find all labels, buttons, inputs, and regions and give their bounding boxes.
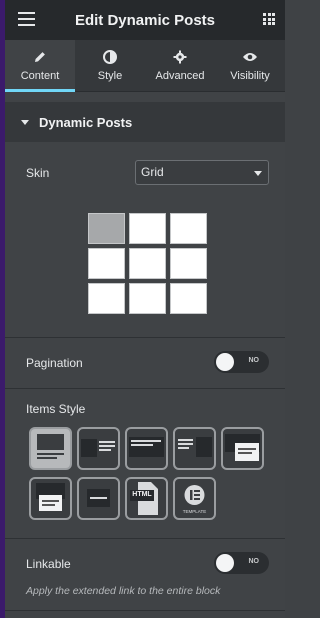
pencil-icon [33, 49, 47, 65]
layout-option[interactable] [170, 283, 207, 314]
grid-icon[interactable] [263, 13, 275, 25]
divider [5, 388, 285, 389]
item-style-option[interactable] [29, 427, 72, 470]
tab-label: Style [97, 70, 123, 82]
chevron-down-icon [254, 171, 262, 176]
item-style-option[interactable] [77, 427, 120, 470]
gear-icon [173, 49, 187, 65]
tab-style[interactable]: Style [75, 40, 145, 91]
tab-label: Advanced [155, 70, 205, 82]
tab-content[interactable]: Content [5, 40, 75, 92]
panel-title: Edit Dynamic Posts [74, 11, 216, 29]
toggle-state-text: NO [248, 357, 260, 364]
skin-select-value: Grid [141, 165, 164, 179]
tab-bar: Content Style Advanced Visibility [5, 40, 285, 92]
item-style-option[interactable] [29, 477, 72, 520]
toggle-state-text: NO [248, 558, 260, 565]
section-title: Dynamic Posts [39, 114, 133, 130]
item-style-option-html[interactable]: HTML [125, 477, 168, 520]
skin-layout-grid [88, 213, 207, 314]
item-style-option[interactable] [77, 477, 120, 520]
pagination-toggle[interactable]: NO [214, 351, 269, 373]
layout-option[interactable] [129, 248, 166, 279]
tab-label: Visibility [230, 70, 270, 82]
contrast-icon [103, 49, 117, 65]
layout-option[interactable] [170, 213, 207, 244]
html-badge: HTML [132, 491, 152, 498]
section-toggle-dynamic-posts[interactable]: Dynamic Posts [5, 102, 285, 142]
item-style-option-template[interactable]: TEMPLATE [173, 477, 216, 520]
toggle-knob [216, 353, 234, 371]
skin-select[interactable]: Grid [135, 160, 269, 185]
pagination-label: Pagination [26, 356, 83, 370]
template-caption: TEMPLATE [182, 509, 207, 514]
layout-option[interactable] [88, 213, 125, 244]
item-style-option[interactable] [125, 427, 168, 470]
divider [5, 538, 285, 539]
items-style-label: Items Style [26, 402, 86, 416]
layout-option[interactable] [88, 283, 125, 314]
linkable-toggle[interactable]: NO [214, 552, 269, 574]
item-style-option[interactable] [221, 427, 264, 470]
linkable-label: Linkable [26, 557, 71, 571]
skin-label: Skin [26, 166, 50, 180]
divider [5, 337, 285, 338]
caret-down-icon [21, 119, 29, 125]
toggle-knob [216, 554, 234, 572]
layout-option[interactable] [129, 213, 166, 244]
panel-header: Edit Dynamic Posts [5, 0, 285, 40]
linkable-hint: Apply the extended link to the entire bl… [26, 585, 221, 597]
hamburger-icon[interactable] [18, 12, 35, 26]
layout-option[interactable] [170, 248, 207, 279]
eye-icon [242, 49, 258, 65]
layout-option[interactable] [129, 283, 166, 314]
tab-visibility[interactable]: Visibility [215, 40, 285, 91]
layout-option[interactable] [88, 248, 125, 279]
divider [5, 610, 285, 611]
tab-advanced[interactable]: Advanced [145, 40, 215, 91]
tab-label: Content [20, 70, 60, 82]
item-style-option[interactable] [173, 427, 216, 470]
